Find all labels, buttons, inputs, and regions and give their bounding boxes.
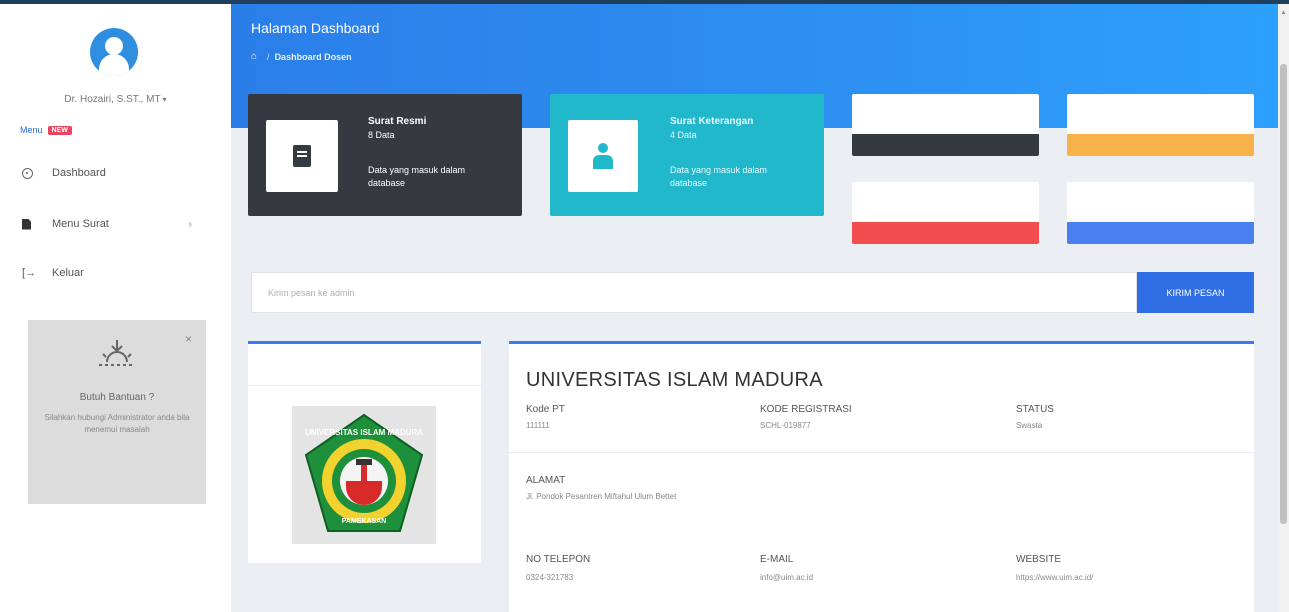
field-value-email[interactable]: info@uim.ac.id bbox=[760, 573, 813, 582]
user-name: Dr. Hozairi, S.ST., MT bbox=[64, 94, 161, 105]
logo-card: UNIVERSITAS ISLAM MADURA PAMEKASAN bbox=[248, 341, 481, 563]
dashboard-icon bbox=[22, 167, 33, 179]
mini-card-bar bbox=[852, 222, 1039, 244]
mini-card-bar bbox=[1067, 222, 1254, 244]
university-name: UNIVERSITAS ISLAM MADURA bbox=[526, 369, 823, 391]
card-divider bbox=[248, 385, 481, 386]
avatar-head bbox=[105, 37, 123, 55]
field-label-kode-registrasi: KODE REGISTRASI bbox=[760, 404, 852, 415]
help-text: Silahkan hubungi Administrator anda bila… bbox=[44, 413, 190, 434]
help-title: Butuh Bantuan ? bbox=[79, 392, 155, 403]
home-icon[interactable]: ⌂ bbox=[251, 51, 257, 62]
field-value-kode-pt: 111111 bbox=[526, 421, 550, 430]
sidebar-item-label: Dashboard bbox=[52, 167, 106, 179]
field-value-no-telepon: 0324-321783 bbox=[526, 573, 574, 582]
field-value-website[interactable]: https://www.uim.ac.id/ bbox=[1016, 573, 1093, 582]
stat-title: Surat Resmi bbox=[368, 116, 427, 127]
sidebar-item-menu-surat[interactable]: Menu Surat › bbox=[22, 213, 202, 235]
stat-card-surat-resmi[interactable]: Surat Resmi 8 Data Data yang masuk dalam… bbox=[248, 94, 522, 216]
sidebar-item-label: Menu Surat bbox=[52, 218, 109, 230]
sidebar-item-dashboard[interactable]: Dashboard bbox=[22, 162, 202, 184]
university-logo: UNIVERSITAS ISLAM MADURA PAMEKASAN bbox=[292, 406, 436, 544]
scrollbar-thumb[interactable] bbox=[1280, 64, 1287, 524]
mini-card-blue[interactable] bbox=[1067, 182, 1254, 244]
sidebar: Dr. Hozairi, S.ST., MT ▾ Menu NEW Dashboar… bbox=[0, 4, 231, 612]
user-icon bbox=[592, 143, 614, 169]
user-menu[interactable]: Dr. Hozairi, S.ST., MT ▾ bbox=[0, 94, 231, 105]
stat-count: 8 Data bbox=[368, 130, 395, 140]
breadcrumb-separator: / bbox=[267, 51, 270, 62]
field-label-status: STATUS bbox=[1016, 404, 1054, 415]
field-value-kode-registrasi: SCHL-019877 bbox=[760, 421, 811, 430]
field-label-kode-pt: Kode PT bbox=[526, 404, 565, 415]
avatar[interactable] bbox=[90, 28, 138, 76]
new-badge: NEW bbox=[47, 126, 72, 135]
mini-card-red[interactable] bbox=[852, 182, 1039, 244]
breadcrumb-current: Dashboard Dosen bbox=[274, 51, 352, 62]
send-message-button[interactable]: KIRIM PESAN bbox=[1137, 272, 1254, 313]
stat-title: Surat Keterangan bbox=[670, 116, 754, 127]
mini-card-orange[interactable] bbox=[1067, 94, 1254, 156]
avatar-body bbox=[99, 54, 129, 76]
logo-text-top: UNIVERSITAS ISLAM MADURA bbox=[305, 428, 423, 437]
field-label-alamat: ALAMAT bbox=[526, 475, 566, 486]
chevron-right-icon: › bbox=[188, 218, 192, 230]
field-label-website: WEBSITE bbox=[1016, 554, 1062, 565]
logout-icon: [→ bbox=[22, 267, 37, 279]
menu-label: Menu bbox=[20, 125, 43, 135]
mini-card-dark[interactable] bbox=[852, 94, 1039, 156]
field-value-status: Swasta bbox=[1016, 421, 1043, 430]
page-title: Halaman Dashboard bbox=[251, 20, 380, 36]
caret-down-icon: ▾ bbox=[162, 95, 167, 104]
message-input[interactable] bbox=[251, 272, 1137, 313]
scroll-up-icon[interactable]: ▲ bbox=[1278, 10, 1289, 16]
book-icon bbox=[293, 145, 311, 167]
stat-count: 4 Data bbox=[670, 130, 697, 140]
stat-card-surat-keterangan[interactable]: Surat Keterangan 4 Data Data yang masuk … bbox=[550, 94, 824, 216]
stat-icon-box bbox=[266, 120, 338, 192]
logo-text-bottom: PAMEKASAN bbox=[342, 518, 387, 525]
sidebar-item-label: Keluar bbox=[52, 267, 84, 279]
university-info-card: UNIVERSITAS ISLAM MADURA Kode PT 111111 … bbox=[509, 341, 1254, 612]
field-label-no-telepon: NO TELEPON bbox=[526, 554, 591, 565]
stat-description: Data yang masuk dalam database bbox=[670, 165, 768, 188]
file-icon bbox=[22, 218, 31, 230]
mini-card-bar bbox=[852, 134, 1039, 156]
breadcrumb: ⌂ / Dashboard Dosen bbox=[251, 51, 352, 62]
stat-icon-box bbox=[568, 120, 638, 192]
stat-description: Data yang masuk dalam database bbox=[368, 165, 466, 188]
info-divider bbox=[509, 452, 1254, 453]
scrollbar[interactable]: ▲ bbox=[1278, 4, 1289, 612]
field-value-alamat: Jl. Pondok Pesantren Miftahul Ulum Bette… bbox=[526, 492, 677, 501]
menu-label-row: Menu NEW bbox=[20, 125, 72, 135]
mini-card-bar bbox=[1067, 134, 1254, 156]
sidebar-item-keluar[interactable]: [→ Keluar bbox=[22, 262, 202, 284]
main-content: Halaman Dashboard ⌂ / Dashboard Dosen Su… bbox=[231, 4, 1278, 612]
help-panel: × Butuh Bantuan ? Silahkan hubungi Admin… bbox=[28, 320, 206, 504]
field-label-email: E-MAIL bbox=[760, 554, 794, 565]
sunrise-icon bbox=[28, 338, 206, 379]
